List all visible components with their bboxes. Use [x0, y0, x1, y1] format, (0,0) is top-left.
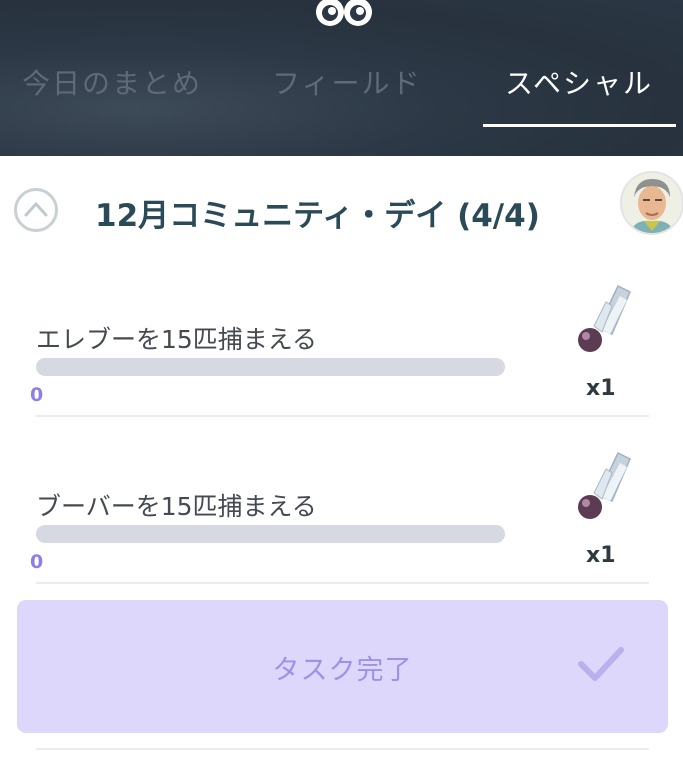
sinnoh-stone-icon: [578, 284, 631, 352]
progress-value: 0: [30, 551, 44, 573]
task-item: エレブーを15匹捕まえる 0 x1: [0, 284, 683, 458]
tab-special[interactable]: スペシャル: [505, 62, 653, 100]
progress-bar: [36, 525, 505, 543]
tab-field[interactable]: フィールド: [272, 62, 421, 100]
tab-today-summary[interactable]: 今日のまとめ: [22, 62, 202, 100]
top-header: 今日のまとめ フィールド スペシャル: [0, 0, 683, 156]
reward-quantity: x1: [586, 543, 616, 568]
complete-button-label: タスク完了: [272, 655, 413, 686]
avatar-icon: [622, 173, 682, 233]
task-label: エレブーを15匹捕まえる: [36, 325, 318, 354]
goggles-icon: [316, 0, 372, 26]
chevron-up-icon: [24, 202, 48, 217]
collapse-button[interactable]: [14, 188, 58, 232]
section-title: 12月コミュニティ・デイ (4/4): [95, 198, 540, 234]
active-tab-indicator: [483, 124, 676, 127]
check-icon: [578, 647, 624, 681]
complete-tasks-button[interactable]: タスク完了: [17, 600, 668, 733]
divider: [36, 415, 649, 417]
divider: [36, 582, 649, 584]
reward-quantity: x1: [586, 376, 616, 401]
divider: [36, 748, 649, 750]
task-label: ブーバーを15匹捕まえる: [36, 492, 317, 521]
progress-bar: [36, 358, 505, 376]
progress-value: 0: [30, 384, 44, 406]
professor-avatar[interactable]: [620, 171, 683, 235]
sinnoh-stone-icon: [578, 451, 631, 519]
